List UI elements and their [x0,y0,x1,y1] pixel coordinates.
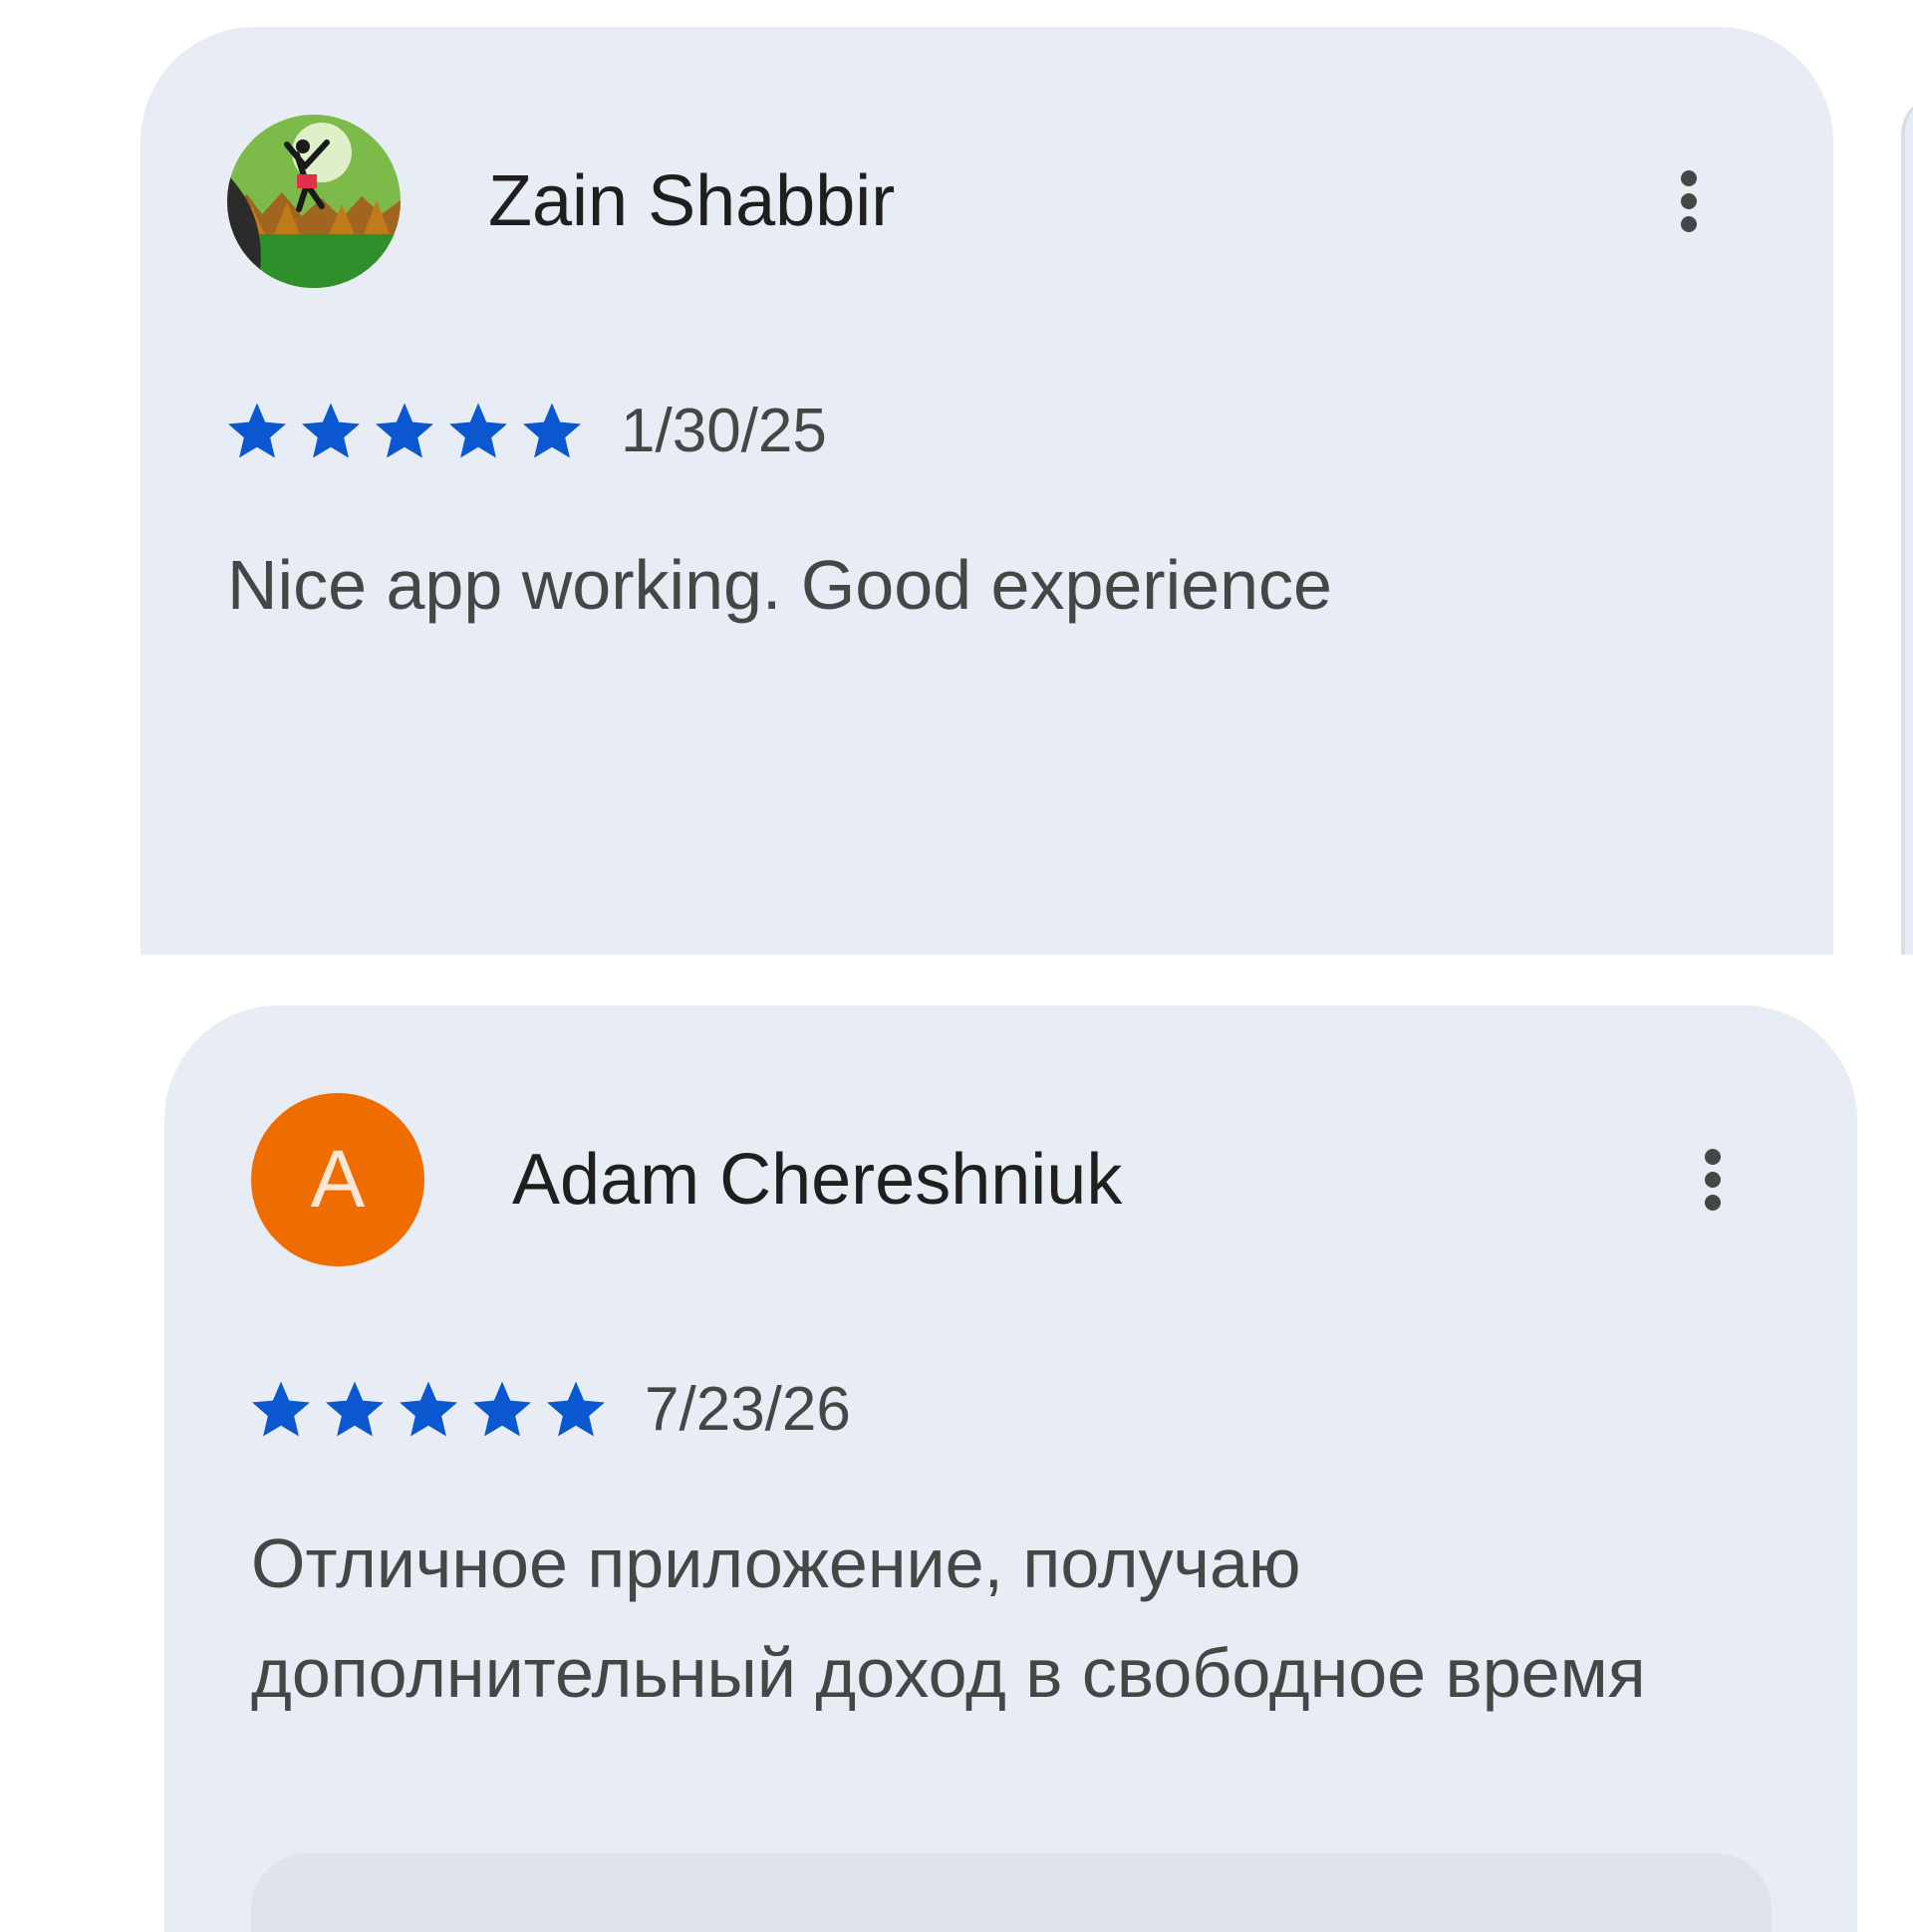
more-vertical-icon [1681,170,1697,232]
star-icon [449,403,507,458]
helpful-section [251,1853,1772,1932]
rating-row: 1/30/25 [228,386,827,475]
rating-row: 7/23/26 [252,1364,851,1454]
review-text: Nice app working. Good experience [227,546,1332,624]
next-review-card-edge [1901,95,1913,955]
star-icon [326,1381,384,1437]
avatar-image [227,115,401,288]
star-rating [228,402,597,459]
star-icon [400,1381,457,1437]
avatar[interactable]: A [251,1093,424,1266]
star-icon [252,1381,310,1437]
star-icon [473,1381,531,1437]
star-icon [376,403,433,458]
more-vertical-icon [1705,1149,1721,1211]
review-text: Отличное приложение, получаю дополнитель… [251,1524,1646,1712]
star-icon [523,403,581,458]
more-options-button[interactable] [1678,1140,1748,1240]
more-options-button[interactable] [1654,161,1724,261]
reviewer-name: Adam Chereshniuk [512,1140,1123,1220]
review-date: 7/23/26 [645,1374,851,1444]
star-icon [547,1381,605,1437]
star-rating [252,1380,621,1438]
review-card: A Adam Chereshniuk 7/23/26 Отличное прил… [164,1005,1857,1932]
review-date: 1/30/25 [621,396,827,465]
star-icon [302,403,360,458]
reviewer-name: Zain Shabbir [488,161,896,241]
avatar[interactable] [227,115,401,288]
star-icon [228,403,286,458]
review-card: Zain Shabbir 1/30/25 Nice app working. G… [140,27,1833,955]
